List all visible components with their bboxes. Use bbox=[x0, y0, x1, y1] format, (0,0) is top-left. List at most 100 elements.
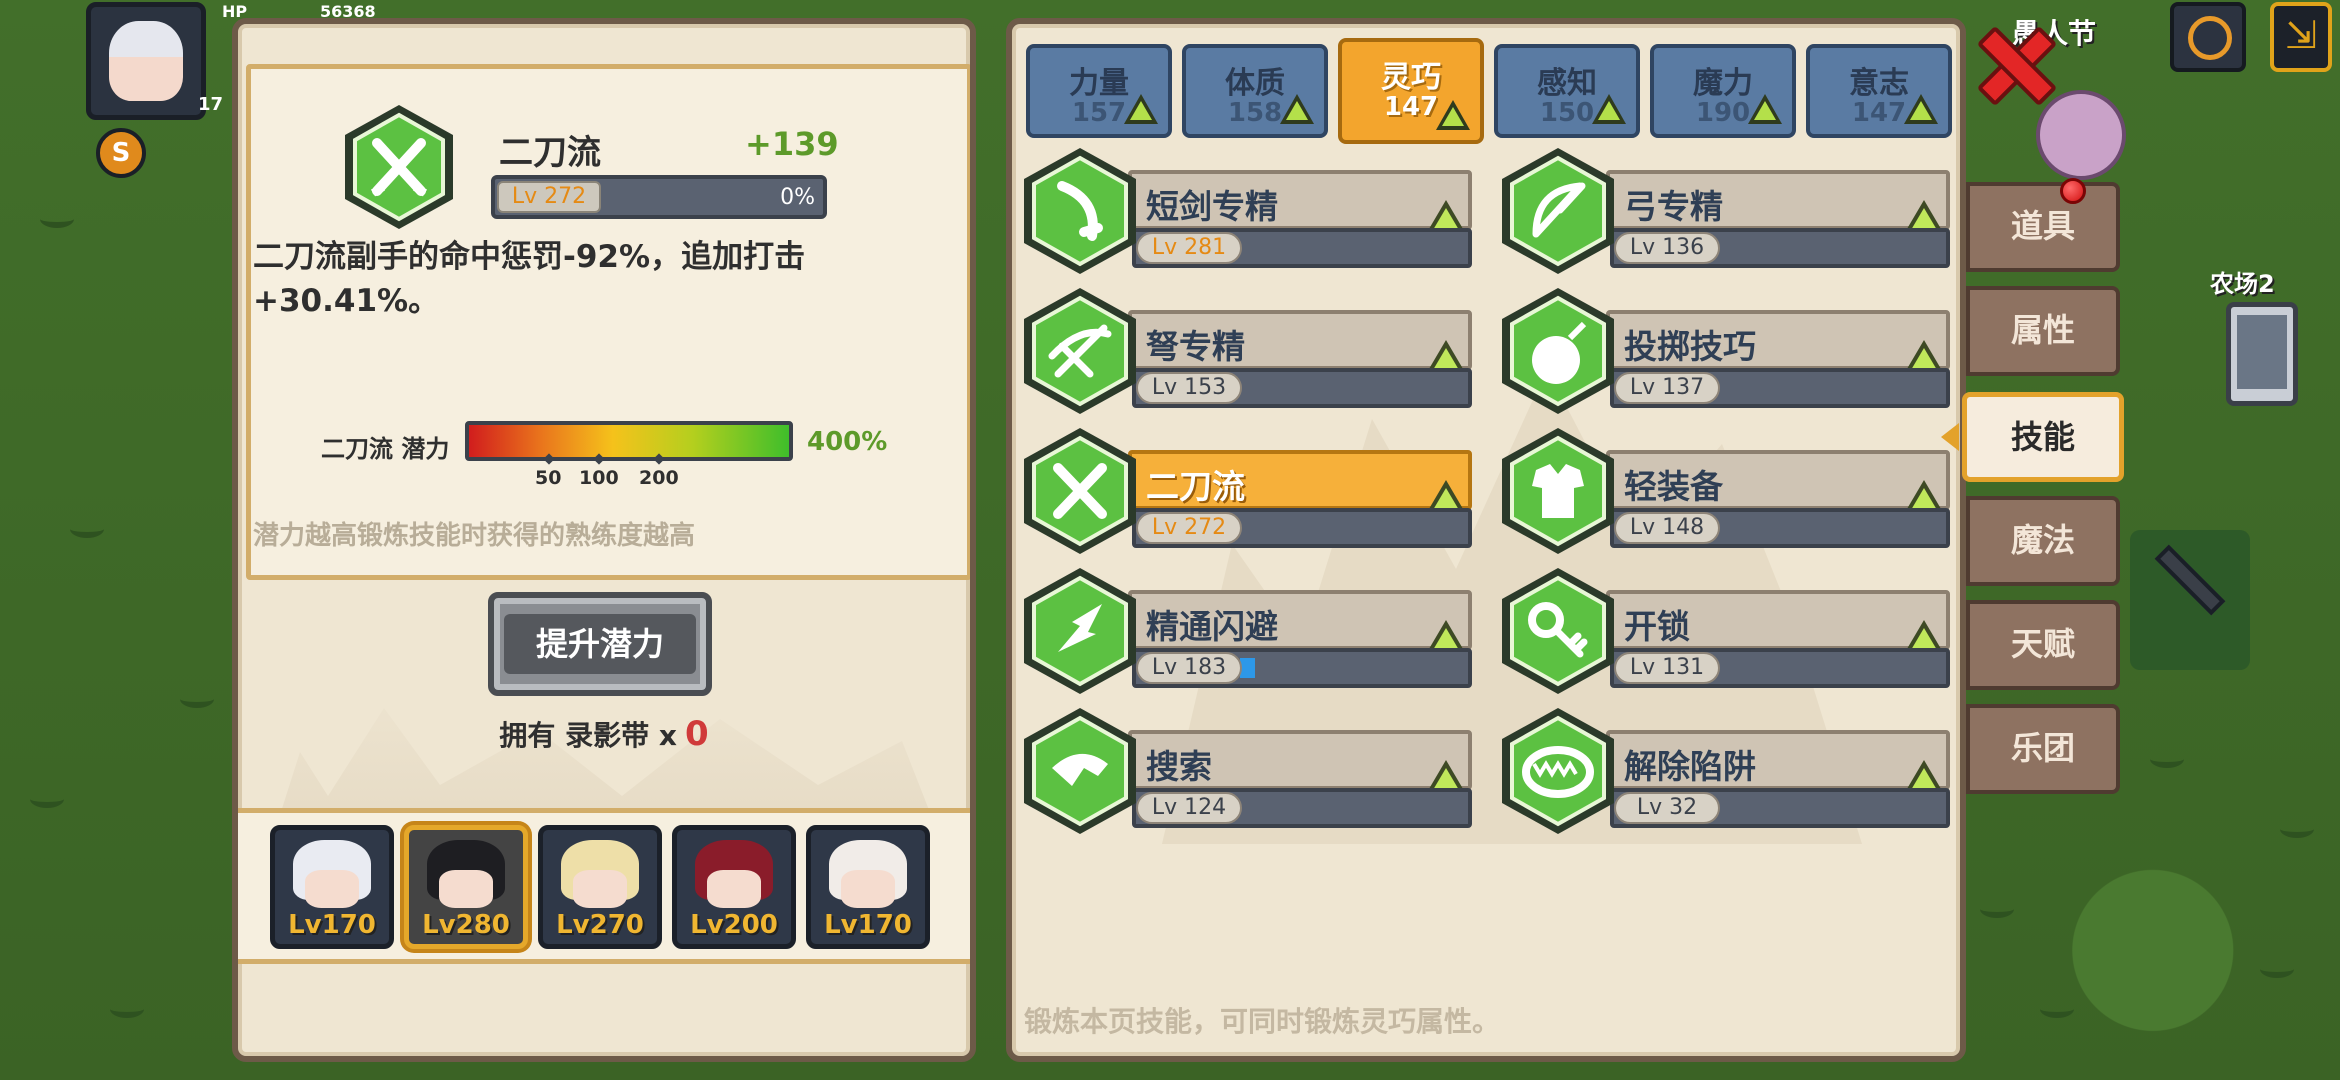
skill-name: 投掷技巧 bbox=[1624, 327, 1756, 366]
exit-icon[interactable]: ⇲ bbox=[2270, 2, 2332, 72]
party-member-level: Lv170 bbox=[288, 910, 376, 940]
skill-level: Lv 281 bbox=[1136, 232, 1242, 264]
skill-dagger[interactable]: 短剑专精 Lv 281 bbox=[1022, 146, 1478, 276]
dual-wield-icon bbox=[1024, 428, 1136, 554]
footer-hint: 锻炼本页技能，可同时锻炼灵巧属性。 bbox=[1024, 1005, 1501, 1038]
side-tab-label: 魔法 bbox=[2010, 521, 2075, 559]
grass-tuft bbox=[30, 790, 64, 808]
side-tab-label: 乐团 bbox=[2010, 729, 2075, 767]
skill-title: 二刀流 bbox=[499, 133, 601, 173]
skill-level: Lv 131 bbox=[1614, 652, 1720, 684]
skill-name: 二刀流 bbox=[1146, 467, 1245, 506]
side-tab-label: 天赋 bbox=[2010, 625, 2075, 663]
skill-crossbow[interactable]: 弩专精 Lv 153 bbox=[1022, 286, 1478, 416]
level-up-icon bbox=[1280, 94, 1314, 124]
skill-light-armor[interactable]: 轻装备 Lv 148 bbox=[1500, 426, 1956, 556]
party-member-2[interactable]: Lv280 bbox=[404, 825, 528, 949]
owned-label: 拥有 录影带 x bbox=[499, 719, 677, 752]
skill-name: 搜索 bbox=[1146, 747, 1212, 786]
skill-level: Lv 137 bbox=[1614, 372, 1720, 404]
skill-level: Lv 153 bbox=[1136, 372, 1242, 404]
player-avatar[interactable] bbox=[86, 2, 206, 120]
skill-bonus: +139 bbox=[745, 125, 839, 163]
skill-search[interactable]: 搜索 Lv 124 bbox=[1022, 706, 1478, 836]
party-member-4[interactable]: Lv200 bbox=[672, 825, 796, 949]
tab-willpower[interactable]: 意志 147 bbox=[1806, 44, 1952, 138]
skill-name: 精通闪避 bbox=[1146, 607, 1278, 646]
skill-level: Lv 272 bbox=[497, 181, 601, 213]
grass-tuft bbox=[70, 520, 104, 538]
sword-icon[interactable] bbox=[2130, 530, 2250, 670]
sidebar-tab-talents[interactable]: 天赋 bbox=[1966, 600, 2120, 690]
skill-lockpick[interactable]: 开锁 Lv 131 bbox=[1500, 566, 1956, 696]
tab-perception[interactable]: 感知 150 bbox=[1494, 44, 1640, 138]
skill-level: Lv 136 bbox=[1614, 232, 1720, 264]
skill-xp-fill bbox=[1240, 658, 1255, 678]
skills-panel: 力量 157 体质 158 灵巧 147 感知 150 魔力 190 意志 14… bbox=[1006, 18, 1966, 1062]
crossbow-icon bbox=[1024, 288, 1136, 414]
tab-magic[interactable]: 魔力 190 bbox=[1650, 44, 1796, 138]
grass-tuft bbox=[2040, 1000, 2074, 1018]
party-member-level: Lv270 bbox=[556, 910, 644, 940]
skill-throwing[interactable]: 投掷技巧 Lv 137 bbox=[1500, 286, 1956, 416]
tab-strength[interactable]: 力量 157 bbox=[1026, 44, 1172, 138]
party-member-level: Lv200 bbox=[690, 910, 778, 940]
bunny-npc[interactable] bbox=[2036, 90, 2126, 180]
skill-dual-wield[interactable]: 二刀流 Lv 272 bbox=[1022, 426, 1478, 556]
potential-tick-label: 50 bbox=[535, 467, 562, 489]
globe-icon[interactable] bbox=[2170, 2, 2246, 72]
side-tab-label: 属性 bbox=[2010, 311, 2075, 349]
skill-dodge[interactable]: 精通闪避 Lv 183 bbox=[1022, 566, 1478, 696]
party-strip: Lv170 Lv280 Lv270 Lv200 Lv170 bbox=[238, 808, 970, 964]
notification-dot bbox=[2060, 178, 2086, 204]
skill-name: 弓专精 bbox=[1624, 187, 1723, 226]
potential-label: 二刀流 潜力 bbox=[321, 435, 450, 463]
potential-gradient-bar bbox=[465, 421, 793, 461]
grass-tuft bbox=[40, 210, 74, 228]
skill-progress-percent: 0% bbox=[780, 185, 815, 210]
attr-name: 灵巧 bbox=[1381, 60, 1441, 95]
potential-hint: 潜力越高锻炼技能时获得的熟练度越高 bbox=[253, 521, 696, 551]
party-member-level: Lv280 bbox=[422, 910, 510, 940]
skill-name: 解除陷阱 bbox=[1624, 747, 1756, 786]
sidebar-tab-magic[interactable]: 魔法 bbox=[1966, 496, 2120, 586]
player-level: 17 bbox=[198, 94, 224, 115]
skill-detail-panel: 二刀流 +139 Lv 272 0% 二刀流副手的命中惩罚-92%，追加打击+3… bbox=[232, 18, 976, 1062]
sidebar-tab-band[interactable]: 乐团 bbox=[1966, 704, 2120, 794]
guild-badge-icon[interactable]: S bbox=[96, 128, 146, 178]
sidebar-tab-items[interactable]: 道具 bbox=[1966, 182, 2120, 272]
potential-tick-label: 200 bbox=[639, 467, 679, 489]
skill-bow[interactable]: 弓专精 Lv 136 bbox=[1500, 146, 1956, 276]
grass-tuft bbox=[2150, 750, 2184, 768]
sidebar-tab-skills[interactable]: 技能 bbox=[1941, 392, 2124, 482]
tab-dexterity[interactable]: 灵巧 147 bbox=[1338, 38, 1484, 144]
party-member-5[interactable]: Lv170 bbox=[806, 825, 930, 949]
light-armor-icon bbox=[1502, 428, 1614, 554]
grass-tuft bbox=[1980, 900, 2014, 918]
key-icon bbox=[1502, 568, 1614, 694]
tab-constitution[interactable]: 体质 158 bbox=[1182, 44, 1328, 138]
phone-icon[interactable] bbox=[2226, 302, 2298, 406]
level-up-icon bbox=[1904, 94, 1938, 124]
upgrade-potential-button[interactable]: 提升潜力 bbox=[488, 592, 712, 696]
skill-level: Lv 32 bbox=[1614, 792, 1720, 824]
sidebar-tab-attributes[interactable]: 属性 bbox=[1966, 286, 2120, 376]
side-tab-label: 技能 bbox=[2010, 418, 2075, 456]
potential-tick-label: 100 bbox=[579, 467, 619, 489]
level-up-icon bbox=[1748, 94, 1782, 124]
level-up-icon bbox=[1124, 94, 1158, 124]
skill-name: 短剑专精 bbox=[1146, 187, 1278, 226]
dodge-icon bbox=[1024, 568, 1136, 694]
close-icon[interactable] bbox=[1976, 26, 2048, 98]
party-member-3[interactable]: Lv270 bbox=[538, 825, 662, 949]
skill-detail-card: 二刀流 +139 Lv 272 0% 二刀流副手的命中惩罚-92%，追加打击+3… bbox=[246, 64, 970, 580]
skill-name: 开锁 bbox=[1624, 607, 1690, 646]
dual-wield-icon bbox=[345, 105, 453, 229]
skill-level: Lv 183 bbox=[1136, 652, 1242, 684]
skill-disarm-trap[interactable]: 解除陷阱 Lv 32 bbox=[1500, 706, 1956, 836]
grass-tuft bbox=[2260, 960, 2294, 978]
dagger-icon bbox=[1024, 148, 1136, 274]
owned-count: 0 bbox=[684, 714, 709, 754]
skill-description: 二刀流副手的命中惩罚-92%，追加打击+30.41%。 bbox=[253, 239, 806, 319]
party-member-1[interactable]: Lv170 bbox=[270, 825, 394, 949]
